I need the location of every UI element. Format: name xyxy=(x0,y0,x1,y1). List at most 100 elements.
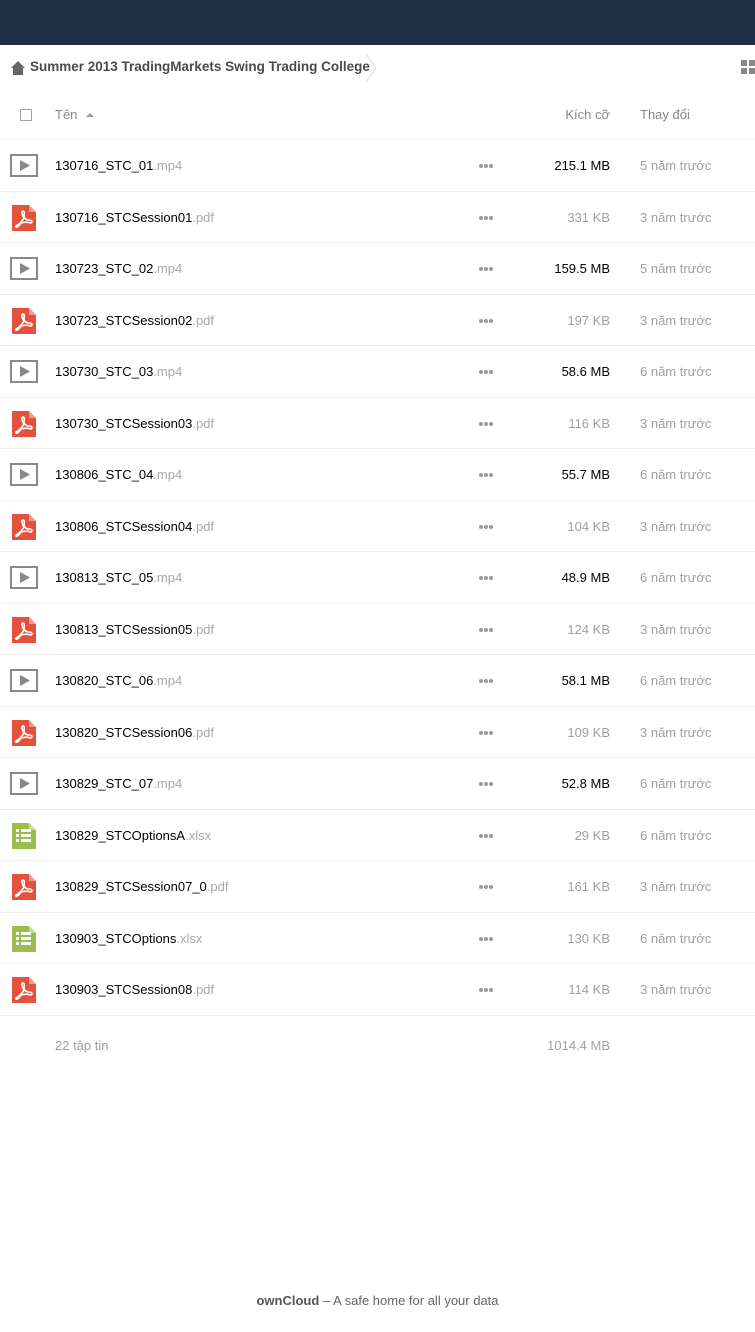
table-row[interactable]: 130716_STC_01.mp4 215.1 MB 5 năm trước xyxy=(0,140,755,192)
table-row[interactable]: 130723_STC_02.mp4 159.5 MB 5 năm trước xyxy=(0,243,755,295)
file-name-base[interactable]: 130903_STCSession08 xyxy=(55,982,192,997)
table-row[interactable]: 130813_STC_05.mp4 48.9 MB 6 năm trước xyxy=(0,552,755,604)
select-all-checkbox[interactable] xyxy=(20,109,32,121)
file-extension[interactable]: .mp4 xyxy=(153,776,182,791)
more-actions-icon[interactable] xyxy=(478,987,494,993)
sort-ascending-icon[interactable] xyxy=(86,113,94,117)
table-row[interactable]: 130820_STCSession06.pdf 109 KB 3 năm trước xyxy=(0,707,755,758)
table-row[interactable]: 130829_STCSession07_0.pdf 161 KB 3 năm trư… xyxy=(0,861,755,913)
file-name-base[interactable]: 130806_STCSession04 xyxy=(55,519,192,534)
file-extension[interactable]: .mp4 xyxy=(153,261,182,276)
file-extension[interactable]: .mp4 xyxy=(153,364,182,379)
file-name-base[interactable]: 130903_STCOptions xyxy=(55,931,176,946)
breadcrumb-separator-icon xyxy=(365,53,377,83)
column-header-size[interactable]: Kích cỡ xyxy=(565,107,610,122)
more-actions-icon[interactable] xyxy=(478,884,494,890)
file-extension[interactable]: .pdf xyxy=(192,416,214,431)
more-actions-icon[interactable] xyxy=(478,421,494,427)
file-name-base[interactable]: 130820_STCSession06 xyxy=(55,725,192,740)
file-extension[interactable]: .mp4 xyxy=(153,570,182,585)
file-name-base[interactable]: 130820_STC_06 xyxy=(55,673,153,688)
table-row[interactable]: 130716_STCSession01.pdf 331 KB 3 năm trước xyxy=(0,192,755,243)
table-row[interactable]: 130806_STC_04.mp4 55.7 MB 6 năm trước xyxy=(0,449,755,501)
file-name[interactable]: 130716_STCSession01.pdf xyxy=(55,210,214,225)
file-extension[interactable]: .pdf xyxy=(192,519,214,534)
file-extension[interactable]: .pdf xyxy=(192,725,214,740)
file-name-base[interactable]: 130716_STCSession01 xyxy=(55,210,192,225)
file-name-base[interactable]: 130723_STC_02 xyxy=(55,261,153,276)
file-extension[interactable]: .pdf xyxy=(192,982,214,997)
file-extension[interactable]: .pdf xyxy=(207,879,229,894)
file-name[interactable]: 130903_STCOptions.xlsx xyxy=(55,931,202,946)
table-row[interactable]: 130723_STCSession02.pdf 197 KB 3 năm trước xyxy=(0,295,755,346)
file-name-base[interactable]: 130813_STC_05 xyxy=(55,570,153,585)
more-actions-icon[interactable] xyxy=(478,524,494,530)
file-modified: 6 năm trước xyxy=(640,673,712,688)
file-name-base[interactable]: 130829_STCOptionsA xyxy=(55,828,185,843)
file-name[interactable]: 130829_STCSession07_0.pdf xyxy=(55,879,228,894)
file-name-base[interactable]: 130813_STCSession05 xyxy=(55,622,192,637)
more-actions-icon[interactable] xyxy=(478,833,494,839)
file-name[interactable]: 130903_STCSession08.pdf xyxy=(55,982,214,997)
column-header-modified[interactable]: Thay đổi xyxy=(640,107,690,122)
file-extension[interactable]: .xlsx xyxy=(176,931,202,946)
file-name[interactable]: 130730_STCSession03.pdf xyxy=(55,416,214,431)
table-row[interactable]: 130903_STCSession08.pdf 114 KB 3 năm trước xyxy=(0,964,755,1016)
more-actions-icon[interactable] xyxy=(478,215,494,221)
more-actions-icon[interactable] xyxy=(478,936,494,942)
file-name-base[interactable]: 130730_STCSession03 xyxy=(55,416,192,431)
file-extension[interactable]: .pdf xyxy=(192,313,214,328)
file-name[interactable]: 130806_STC_04.mp4 xyxy=(55,467,182,482)
home-icon[interactable] xyxy=(10,60,26,76)
file-name-base[interactable]: 130716_STC_01 xyxy=(55,158,153,173)
more-actions-icon[interactable] xyxy=(478,266,494,272)
table-row[interactable]: 130730_STCSession03.pdf 116 KB 3 năm trước xyxy=(0,398,755,449)
file-extension[interactable]: .pdf xyxy=(192,622,214,637)
more-actions-icon[interactable] xyxy=(478,678,494,684)
table-row[interactable]: 130820_STC_06.mp4 58.1 MB 6 năm trước xyxy=(0,655,755,707)
column-header-name[interactable]: Tên xyxy=(55,107,77,122)
file-extension[interactable]: .mp4 xyxy=(153,673,182,688)
file-name[interactable]: 130820_STCSession06.pdf xyxy=(55,725,214,740)
table-row[interactable]: 130806_STCSession04.pdf 104 KB 3 năm trước xyxy=(0,501,755,552)
file-name-base[interactable]: 130829_STCSession07_0 xyxy=(55,879,207,894)
file-name[interactable]: 130829_STCOptionsA.xlsx xyxy=(55,828,211,843)
table-row[interactable]: 130829_STC_07.mp4 52.8 MB 6 năm trước xyxy=(0,758,755,810)
more-actions-icon[interactable] xyxy=(478,627,494,633)
more-actions-icon[interactable] xyxy=(478,472,494,478)
more-actions-icon[interactable] xyxy=(478,369,494,375)
file-name[interactable]: 130730_STC_03.mp4 xyxy=(55,364,182,379)
table-row[interactable]: 130813_STCSession05.pdf 124 KB 3 năm trước xyxy=(0,604,755,655)
more-actions-icon[interactable] xyxy=(478,730,494,736)
footer-brand[interactable]: ownCloud xyxy=(256,1293,319,1308)
video-file-icon xyxy=(10,257,38,280)
more-actions-icon[interactable] xyxy=(478,781,494,787)
file-name[interactable]: 130806_STCSession04.pdf xyxy=(55,519,214,534)
table-row[interactable]: 130730_STC_03.mp4 58.6 MB 6 năm trước xyxy=(0,346,755,398)
file-name[interactable]: 130813_STC_05.mp4 xyxy=(55,570,182,585)
file-name-base[interactable]: 130829_STC_07 xyxy=(55,776,153,791)
file-extension[interactable]: .mp4 xyxy=(153,467,182,482)
file-name[interactable]: 130829_STC_07.mp4 xyxy=(55,776,182,791)
file-name[interactable]: 130723_STCSession02.pdf xyxy=(55,313,214,328)
grid-view-icon[interactable] xyxy=(741,60,755,74)
table-row[interactable]: 130829_STCOptionsA.xlsx 29 KB 6 năm trước xyxy=(0,810,755,861)
file-name[interactable]: 130813_STCSession05.pdf xyxy=(55,622,214,637)
file-extension[interactable]: .mp4 xyxy=(153,158,182,173)
more-actions-icon[interactable] xyxy=(478,575,494,581)
file-extension[interactable]: .pdf xyxy=(192,210,214,225)
more-actions-icon[interactable] xyxy=(478,163,494,169)
file-modified: 6 năm trước xyxy=(640,827,712,843)
file-modified: 3 năm trước xyxy=(640,415,712,431)
more-actions-icon[interactable] xyxy=(478,318,494,324)
file-name-base[interactable]: 130723_STCSession02 xyxy=(55,313,192,328)
file-name[interactable]: 130820_STC_06.mp4 xyxy=(55,673,182,688)
file-name[interactable]: 130716_STC_01.mp4 xyxy=(55,158,182,173)
file-name[interactable]: 130723_STC_02.mp4 xyxy=(55,261,182,276)
file-name-base[interactable]: 130730_STC_03 xyxy=(55,364,153,379)
breadcrumb-current-folder[interactable]: Summer 2013 TradingMarkets Swing Trading… xyxy=(30,59,370,74)
file-extension[interactable]: .xlsx xyxy=(185,828,211,843)
pdf-file-icon xyxy=(12,977,36,1003)
table-row[interactable]: 130903_STCOptions.xlsx 130 KB 6 năm trước xyxy=(0,913,755,964)
file-name-base[interactable]: 130806_STC_04 xyxy=(55,467,153,482)
